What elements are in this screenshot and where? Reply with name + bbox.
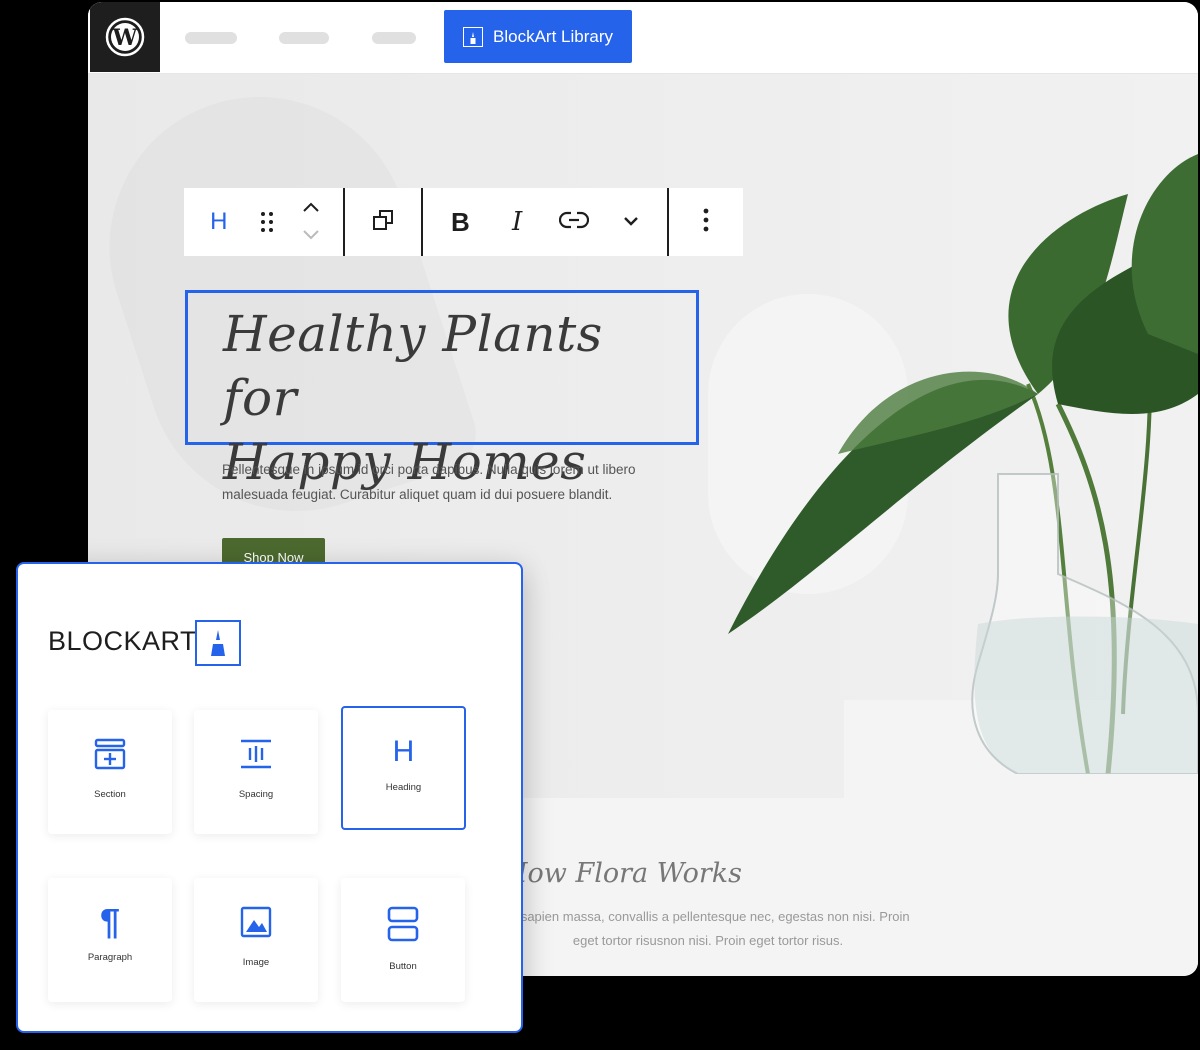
block-card-heading[interactable]: H Heading bbox=[341, 706, 466, 830]
button-icon bbox=[387, 906, 419, 947]
heading-icon: H bbox=[392, 735, 415, 768]
description-line-2: malesuada feugiat. Curabitur aliquet qua… bbox=[222, 487, 613, 502]
block-label: Heading bbox=[385, 782, 422, 793]
spacing-icon bbox=[240, 738, 272, 775]
block-card-section[interactable]: Section bbox=[48, 710, 172, 834]
blockart-library-button[interactable]: BlockArt Library bbox=[444, 10, 632, 63]
block-label: Paragraph bbox=[87, 952, 133, 963]
bold-button[interactable]: B bbox=[423, 188, 499, 256]
block-type-label: H bbox=[210, 208, 228, 235]
duplicate-icon bbox=[371, 208, 395, 237]
italic-button[interactable]: I bbox=[498, 188, 536, 256]
block-label: Image bbox=[242, 957, 270, 968]
drag-handle-icon[interactable] bbox=[254, 188, 280, 256]
menu-placeholder-3[interactable] bbox=[372, 32, 416, 44]
italic-icon: I bbox=[511, 207, 523, 237]
options-button[interactable] bbox=[669, 188, 743, 256]
move-down-icon[interactable] bbox=[302, 227, 320, 245]
block-card-image[interactable]: Image bbox=[194, 878, 318, 1002]
more-formats-button[interactable] bbox=[612, 188, 650, 256]
section-icon bbox=[94, 738, 126, 775]
image-icon bbox=[240, 906, 272, 943]
library-button-label: BlockArt Library bbox=[493, 26, 613, 46]
transform-button[interactable] bbox=[345, 188, 421, 256]
block-card-paragraph[interactable]: ¶ Paragraph bbox=[48, 878, 172, 1002]
panel-title: BLOCKART bbox=[48, 626, 198, 656]
more-vertical-icon bbox=[703, 208, 709, 237]
block-type-button[interactable]: H bbox=[184, 188, 254, 256]
svg-text:W: W bbox=[112, 25, 138, 51]
paragraph-icon: ¶ bbox=[99, 901, 121, 942]
block-card-button[interactable]: Button bbox=[341, 878, 465, 1002]
menu-placeholder-2[interactable] bbox=[279, 32, 329, 44]
bold-icon: B bbox=[451, 206, 470, 237]
editor-topbar: W BlockArt Library bbox=[88, 2, 1198, 74]
plant-vase-image bbox=[728, 154, 1198, 774]
heading-line-1: Healthy Plants for bbox=[223, 305, 603, 427]
move-up-icon[interactable] bbox=[302, 199, 320, 217]
block-label: Section bbox=[94, 789, 126, 800]
blockart-blocks-panel: BLOCKART Section Spacing H Heading ¶ Par… bbox=[16, 562, 523, 1033]
link-icon bbox=[558, 211, 589, 234]
blockart-logo-icon bbox=[195, 620, 241, 666]
block-label: Button bbox=[389, 961, 417, 972]
hero-description: Pellentesque in ipsum id orci porta dapi… bbox=[222, 457, 662, 507]
block-card-spacing[interactable]: Spacing bbox=[194, 710, 318, 834]
menu-placeholder-1[interactable] bbox=[185, 32, 237, 44]
block-label: Spacing bbox=[238, 789, 274, 800]
description-line-1: Pellentesque in ipsum id orci porta dapi… bbox=[222, 462, 636, 477]
block-toolbar: H B I bbox=[184, 188, 743, 256]
chevron-down-icon bbox=[623, 213, 639, 231]
move-controls bbox=[279, 188, 343, 256]
link-button[interactable] bbox=[536, 188, 612, 256]
blockart-logo-icon bbox=[463, 26, 483, 47]
wordpress-logo-icon[interactable]: W bbox=[90, 2, 160, 72]
